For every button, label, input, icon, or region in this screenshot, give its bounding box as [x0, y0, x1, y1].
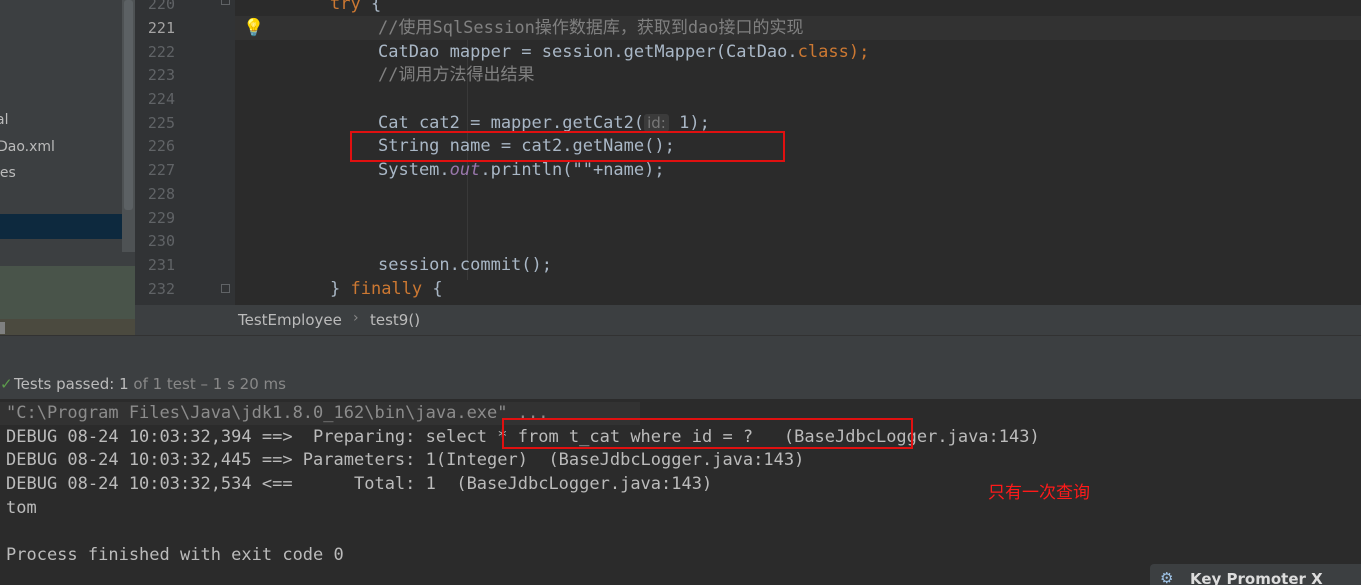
- panel-divider[interactable]: [0, 335, 1361, 369]
- line-number: 225: [147, 114, 175, 132]
- line-number: 228: [147, 185, 175, 203]
- annotation-box: [350, 131, 785, 162]
- tree-selected-row[interactable]: [0, 214, 122, 239]
- key-promoter-label: Key Promoter X: [1190, 570, 1323, 585]
- console-line: tom: [6, 498, 37, 518]
- key-icon: ⚙: [1160, 569, 1174, 585]
- line-number: 221: [147, 19, 175, 37]
- line-gutter: 220 221 222 223 224 225 226 227 228 229 …: [135, 0, 235, 305]
- code-line: try {: [330, 0, 381, 16]
- tree-item-label: al: [0, 112, 9, 128]
- test-count: 1: [119, 375, 129, 393]
- breadcrumb-separator-icon: ›: [353, 310, 359, 326]
- keyword-try: try: [330, 0, 361, 14]
- fold-marker-icon[interactable]: [221, 284, 230, 293]
- code-text: .println(""+name);: [480, 160, 665, 180]
- tree-item[interactable]: Dao.xml: [0, 139, 55, 155]
- code-text: {: [422, 279, 443, 299]
- tree-bottom-strip: [0, 319, 135, 335]
- tree-item-label: ies: [0, 165, 16, 181]
- code-text: CatDao mapper = session.getMapper(CatDao…: [378, 42, 798, 62]
- code-text: 1);: [668, 113, 710, 133]
- line-number: 229: [147, 209, 175, 227]
- breadcrumb: TestEmployee › test9(): [135, 305, 1361, 335]
- keyword-class: class: [797, 42, 849, 62]
- test-status-bar: ✓ Tests passed: 1 of 1 test – 1 s 20 ms: [0, 369, 1361, 399]
- static-field: out: [449, 160, 481, 180]
- line-number: 231: [147, 256, 175, 274]
- line-number: 226: [147, 137, 175, 155]
- line-number: 230: [147, 232, 175, 250]
- test-status: Tests passed: 1 of 1 test – 1 s 20 ms: [14, 369, 286, 399]
- code-editor[interactable]: 220 221 222 223 224 225 226 227 228 229 …: [135, 0, 1361, 305]
- line-number: 220: [147, 0, 175, 13]
- code-text: System.: [378, 160, 450, 180]
- tree-scrollbar-thumb[interactable]: [124, 0, 133, 210]
- console-line: DEBUG 08-24 10:03:32,534 <== Total: 1 (B…: [6, 474, 713, 494]
- keyword-finally: finally: [350, 279, 423, 299]
- code-line: CatDao mapper = session.getMapper(CatDao…: [378, 40, 869, 64]
- check-icon: ✓: [0, 375, 13, 393]
- console-line: DEBUG 08-24 10:03:32,445 ==> Parameters:…: [6, 450, 805, 470]
- code-line: } finally {: [330, 277, 443, 301]
- code-line: session.commit();: [378, 255, 552, 275]
- breadcrumb-class[interactable]: TestEmployee: [238, 311, 342, 329]
- line-number: 227: [147, 161, 175, 179]
- lightbulb-icon[interactable]: 💡: [243, 16, 264, 40]
- tree-scrollbar-h[interactable]: [0, 322, 5, 334]
- line-number: 222: [147, 43, 175, 61]
- code-line-comment: //调用方法得出结果: [378, 65, 535, 85]
- code-text: {: [360, 0, 382, 14]
- code-line-comment: //使用SqlSession操作数据库，获取到dao接口的实现: [378, 18, 804, 38]
- code-text: );: [848, 42, 870, 62]
- console-command: "C:\Program Files\Java\jdk1.8.0_162\bin\…: [6, 403, 549, 423]
- test-total: of 1 test: [133, 375, 196, 393]
- test-status-label: Tests passed:: [14, 375, 115, 393]
- line-number: 224: [147, 90, 175, 108]
- console-line: Process finished with exit code 0: [6, 545, 344, 565]
- tree-item[interactable]: ies: [0, 165, 16, 181]
- project-tree: al Dao.xml ies: [0, 0, 135, 335]
- annotation-box: [502, 418, 913, 449]
- breadcrumb-method[interactable]: test9(): [370, 311, 420, 329]
- line-number: 223: [147, 66, 175, 84]
- annotation-note: 只有一次查询: [988, 483, 1090, 503]
- code-text: }: [330, 279, 351, 299]
- code-text: Cat cat2 = mapper.getCat2(: [378, 113, 645, 133]
- tree-item-label: Dao.xml: [0, 139, 55, 155]
- key-promoter-popup[interactable]: ⚙ Key Promoter X: [1150, 564, 1361, 585]
- fold-marker-icon[interactable]: [221, 0, 230, 5]
- tree-highlight-area: [0, 266, 135, 319]
- parameter-hint: id:: [644, 114, 669, 132]
- test-duration: – 1 s 20 ms: [200, 375, 286, 393]
- run-console[interactable]: "C:\Program Files\Java\jdk1.8.0_162\bin\…: [0, 399, 1361, 585]
- line-number: 232: [147, 280, 175, 298]
- tree-item[interactable]: al: [0, 112, 8, 128]
